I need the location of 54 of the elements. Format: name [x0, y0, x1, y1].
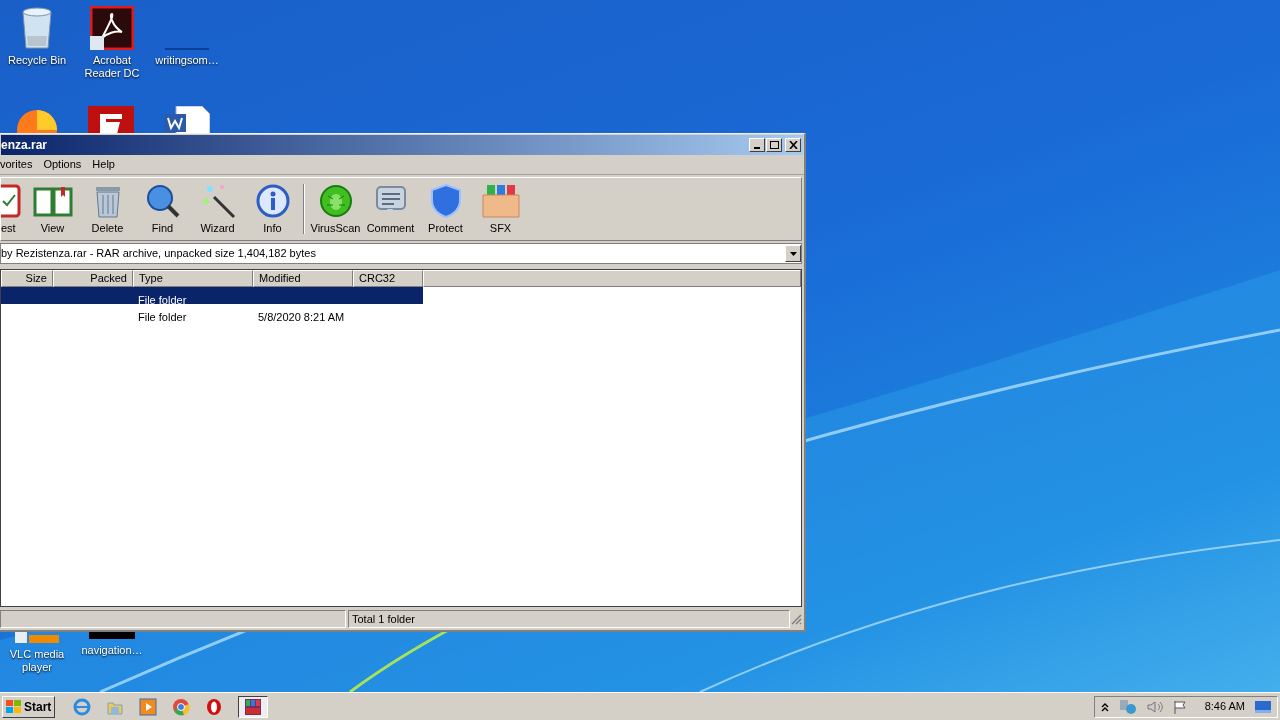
caret-icon	[789, 251, 797, 256]
close-button[interactable]	[785, 138, 801, 152]
column-header[interactable]: Modified	[253, 270, 353, 287]
filezilla-icon	[88, 106, 134, 134]
show-desktop-icon[interactable]	[1255, 700, 1271, 713]
maximize-icon	[769, 141, 779, 149]
resize-grip-icon	[790, 613, 802, 625]
toolbar-button[interactable]: Comment	[363, 183, 418, 234]
column-header[interactable]: Type	[133, 270, 253, 287]
toolbar-button[interactable]: Delete	[80, 183, 135, 234]
file-row[interactable]: File folder	[1, 287, 423, 304]
desktop-icon-label[interactable]: navigation…	[77, 644, 147, 657]
desktop-icon-label[interactable]: Recycle Bin	[2, 54, 72, 67]
minimize-button[interactable]	[749, 138, 765, 152]
maximize-button[interactable]	[766, 138, 782, 152]
dropdown-button[interactable]	[785, 245, 801, 262]
table-cell: File folder	[138, 294, 187, 306]
menu-item[interactable]: vorites	[0, 156, 37, 173]
table-cell: 5/8/2020 8:21 AM	[258, 311, 345, 323]
winrar-icon[interactable]	[244, 697, 263, 716]
toolbar-button[interactable]: est	[1, 183, 25, 234]
start-button[interactable]: Start	[2, 695, 56, 718]
desktop-icon-label[interactable]: writingsom…	[152, 54, 222, 67]
speaker-icon[interactable]	[1146, 699, 1163, 714]
recycle-bin-icon	[19, 6, 55, 50]
toolbar-button[interactable]: Protect	[418, 183, 473, 234]
clock[interactable]: 8:46 AM	[1204, 698, 1245, 715]
network-icon[interactable]	[1118, 698, 1137, 715]
desktop-icon-label[interactable]: Acrobat Reader DC	[77, 54, 147, 80]
table-cell: File folder	[138, 311, 187, 323]
toolbar-button[interactable]: View	[25, 183, 80, 234]
toolbar-button[interactable]: VirusScan	[308, 183, 363, 234]
chevron-up-icon[interactable]	[1100, 701, 1109, 712]
menu-item[interactable]: Options	[39, 156, 86, 173]
status-text: Total 1 folder	[348, 610, 790, 628]
window-title: enza.rar	[1, 137, 48, 154]
toolbar-button[interactable]: Find	[135, 183, 190, 234]
toolbar-button[interactable]: SFX	[473, 183, 528, 234]
acrobat-icon	[90, 6, 134, 50]
taskbar-app[interactable]	[238, 695, 269, 718]
column-header[interactable]: CRC32	[353, 270, 423, 287]
toolbar-button[interactable]: Wizard	[190, 183, 245, 234]
toolbar-button[interactable]: Info	[245, 183, 300, 234]
desktop-icon-label[interactable]: VLC media player	[2, 648, 72, 674]
path-field[interactable]: by Rezistenza.rar - RAR archive, unpacked size 1,404,182 bytes	[0, 243, 802, 264]
close-icon	[788, 141, 798, 149]
column-header[interactable]: Packed	[53, 270, 133, 287]
column-header[interactable]: Size	[1, 270, 53, 287]
word-document-icon	[164, 106, 210, 134]
flag-icon[interactable]	[1172, 699, 1187, 714]
file-row[interactable]: File folder 5/8/2020 8:21 AM	[1, 304, 423, 321]
box-icon	[480, 183, 521, 219]
menu-item[interactable]: Help	[88, 156, 119, 173]
windows-logo-icon	[6, 699, 22, 714]
